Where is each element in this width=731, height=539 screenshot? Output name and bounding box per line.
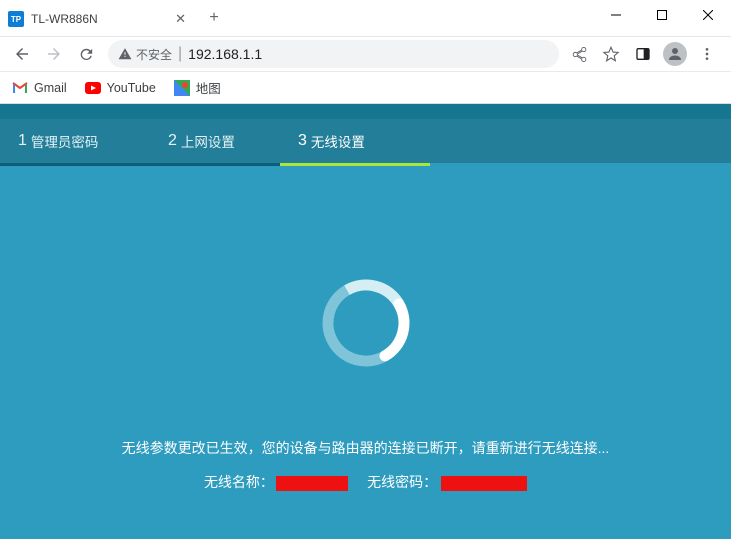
router-page: 1 管理员密码 2 上网设置 3 无线设置 无线参数更改已生效，您的设备与路由器… <box>0 104 731 539</box>
step-number: 2 <box>168 132 177 150</box>
warning-icon <box>118 47 132 61</box>
bookmark-youtube[interactable]: YouTube <box>85 80 156 96</box>
step-label: 管理员密码 <box>31 131 99 151</box>
step-label: 无线设置 <box>311 131 365 151</box>
tab-close-icon[interactable]: ✕ <box>171 11 190 27</box>
url-text: 192.168.1.1 <box>188 46 262 62</box>
bookmark-label: Gmail <box>34 81 67 95</box>
tab-title: TL-WR886N <box>31 12 171 26</box>
step-admin-password[interactable]: 1 管理员密码 <box>0 119 150 163</box>
status-message: 无线参数更改已生效，您的设备与路由器的连接已断开，请重新进行无线连接... <box>0 438 731 458</box>
bookmark-label: 地图 <box>196 78 221 97</box>
url-input[interactable]: 不安全 | 192.168.1.1 <box>108 40 559 68</box>
window-controls <box>593 0 731 36</box>
side-panel-icon[interactable] <box>631 42 655 66</box>
bookmark-star-icon[interactable] <box>599 42 623 66</box>
loading-spinner-icon <box>316 273 416 373</box>
redacted-bar <box>276 476 348 491</box>
page-top-band <box>0 104 731 119</box>
share-icon[interactable] <box>567 42 591 66</box>
browser-tab[interactable]: TP TL-WR886N ✕ <box>0 2 200 36</box>
security-label: 不安全 <box>136 46 172 63</box>
step-underline <box>0 163 150 166</box>
back-button[interactable] <box>8 40 36 68</box>
step-underline-active <box>280 163 430 166</box>
redacted-bar <box>441 476 527 491</box>
window-close-button[interactable] <box>685 0 731 30</box>
step-number: 3 <box>298 132 307 150</box>
window-minimize-button[interactable] <box>593 0 639 30</box>
maps-icon <box>174 80 190 96</box>
tab-favicon: TP <box>8 11 24 27</box>
youtube-icon <box>85 80 101 96</box>
step-number: 1 <box>18 132 27 150</box>
address-bar: 不安全 | 192.168.1.1 <box>0 36 731 72</box>
gmail-icon <box>12 80 28 96</box>
ssid-label: 无线名称： <box>204 474 274 490</box>
profile-avatar[interactable] <box>663 42 687 66</box>
bookmarks-bar: Gmail YouTube 地图 <box>0 72 731 104</box>
step-wan-settings[interactable]: 2 上网设置 <box>150 119 280 163</box>
window-maximize-button[interactable] <box>639 0 685 30</box>
window-titlebar: TP TL-WR886N ✕ + <box>0 0 731 36</box>
wireless-credentials: 无线名称： TP 无线密码： <box>0 472 731 492</box>
password-label: 无线密码： <box>367 474 437 490</box>
reload-button[interactable] <box>72 40 100 68</box>
bookmark-maps[interactable]: 地图 <box>174 78 221 97</box>
bookmark-label: YouTube <box>107 81 156 95</box>
security-indicator[interactable]: 不安全 <box>118 46 172 63</box>
step-wireless-settings[interactable]: 3 无线设置 <box>280 119 430 163</box>
step-label: 上网设置 <box>181 131 235 151</box>
forward-button[interactable] <box>40 40 68 68</box>
bookmark-gmail[interactable]: Gmail <box>12 80 67 96</box>
step-underline <box>150 163 280 166</box>
wizard-steps: 1 管理员密码 2 上网设置 3 无线设置 <box>0 119 731 163</box>
new-tab-button[interactable]: + <box>200 0 228 36</box>
menu-icon[interactable] <box>695 42 719 66</box>
